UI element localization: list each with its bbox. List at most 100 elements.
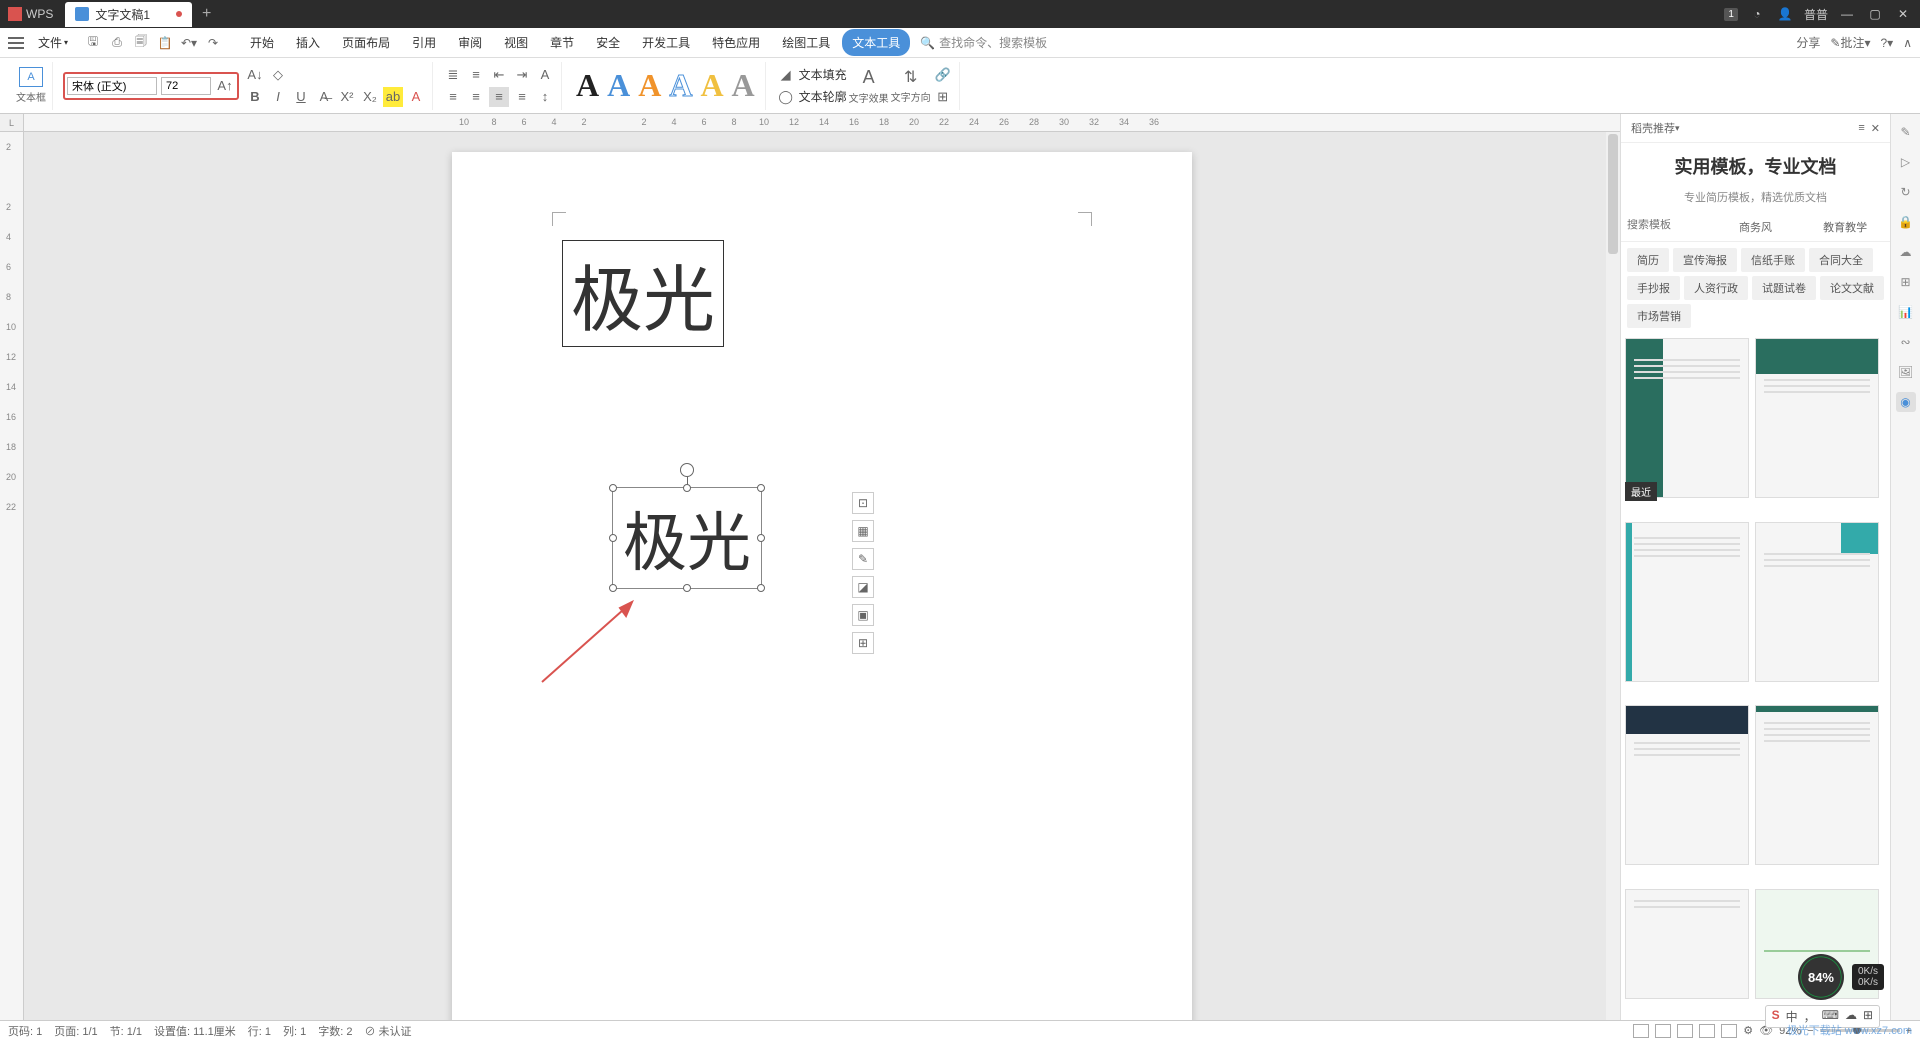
template-thumbnail[interactable]: [1755, 705, 1879, 865]
cat-resume[interactable]: 简历: [1627, 248, 1669, 272]
superscript-button[interactable]: X²: [337, 87, 357, 107]
status-position[interactable]: 设置值: 11.1厘米: [154, 1023, 236, 1039]
sidetool-edit-icon[interactable]: ✎: [1896, 122, 1916, 142]
template-thumbnail[interactable]: [1755, 522, 1879, 682]
tab-devtools[interactable]: 开发工具: [632, 29, 700, 56]
resize-handle-icon[interactable]: [609, 484, 617, 492]
maximize-button[interactable]: ▢: [1866, 5, 1884, 23]
sidetool-chart-icon[interactable]: 📊: [1896, 302, 1916, 322]
wrap-tool-icon[interactable]: ▣: [852, 604, 874, 626]
wordart-style-6[interactable]: A: [732, 67, 755, 104]
outline-tool-icon[interactable]: ✎: [852, 548, 874, 570]
align-center-icon[interactable]: ≡: [466, 87, 486, 107]
tab-special[interactable]: 特色应用: [702, 29, 770, 56]
document-canvas[interactable]: 极光 极光 ⊡ ▦: [24, 132, 1620, 1020]
template-thumbnail[interactable]: [1625, 338, 1749, 498]
layout-options-icon[interactable]: ⊡: [852, 492, 874, 514]
resize-handle-icon[interactable]: [757, 534, 765, 542]
panel-tab-education[interactable]: 教育教学: [1800, 213, 1890, 241]
cat-thesis[interactable]: 论文文献: [1820, 276, 1884, 300]
tab-drawing[interactable]: 绘图工具: [772, 29, 840, 56]
menu-icon[interactable]: [8, 37, 24, 49]
tab-security[interactable]: 安全: [586, 29, 630, 56]
cat-contract[interactable]: 合同大全: [1809, 248, 1873, 272]
cpu-gauge[interactable]: 84%: [1798, 954, 1844, 1000]
settings-icon[interactable]: ⚙: [1743, 1024, 1753, 1037]
help-icon[interactable]: ?▾: [1881, 36, 1894, 50]
text-direction-button[interactable]: ⇅文字方向: [891, 67, 931, 104]
template-thumbnail[interactable]: [1625, 705, 1749, 865]
vertical-scrollbar[interactable]: [1606, 132, 1620, 1020]
template-thumbnail[interactable]: [1625, 522, 1749, 682]
sidetool-lock-icon[interactable]: 🔒: [1896, 212, 1916, 232]
sidetool-grid-icon[interactable]: ⊞: [1896, 272, 1916, 292]
text-outline-icon[interactable]: ◯: [776, 87, 796, 107]
status-words[interactable]: 字数: 2: [318, 1023, 352, 1039]
print-preview-icon[interactable]: 🗐: [132, 34, 150, 52]
highlight-color-button[interactable]: ab: [383, 87, 403, 107]
tab-view[interactable]: 视图: [494, 29, 538, 56]
textbox-2-selected[interactable]: 极光: [612, 487, 762, 589]
collapse-ribbon-icon[interactable]: ∧: [1903, 36, 1912, 50]
file-menu[interactable]: 文件▾: [30, 30, 76, 55]
wordart-style-2[interactable]: A: [607, 67, 630, 104]
align-right-icon[interactable]: ≡: [489, 87, 509, 107]
cat-hr[interactable]: 人资行政: [1684, 276, 1748, 300]
new-tab-button[interactable]: +: [192, 5, 221, 23]
scroll-thumb[interactable]: [1608, 134, 1618, 254]
cat-report[interactable]: 手抄报: [1627, 276, 1680, 300]
text-effects-button[interactable]: A文字效果: [849, 67, 889, 105]
user-avatar-icon[interactable]: 👤: [1776, 5, 1794, 23]
bold-button[interactable]: B: [245, 87, 265, 107]
text-fill-label[interactable]: 文本填充: [799, 66, 847, 83]
paste-icon[interactable]: 📋: [156, 34, 174, 52]
comment-button[interactable]: ✎批注▾: [1830, 34, 1870, 51]
sidetool-refresh-icon[interactable]: ↻: [1896, 182, 1916, 202]
wordart-style-3[interactable]: A: [638, 67, 661, 104]
template-thumbnail[interactable]: [1625, 889, 1749, 999]
resize-handle-icon[interactable]: [609, 584, 617, 592]
resize-handle-icon[interactable]: [683, 584, 691, 592]
resize-handle-icon[interactable]: [757, 484, 765, 492]
status-auth[interactable]: ⊘ 未认证: [364, 1023, 411, 1039]
template-search-input[interactable]: [1621, 213, 1711, 241]
indent-dec-icon[interactable]: ⇤: [489, 65, 509, 85]
vertical-ruler[interactable]: 2246810121416182022: [0, 132, 24, 1020]
clear-icon[interactable]: A: [535, 65, 555, 85]
save-icon[interactable]: 🖫: [84, 34, 102, 52]
wordart-style-4[interactable]: A: [669, 67, 692, 104]
align-justify-icon[interactable]: ≡: [512, 87, 532, 107]
indent-inc-icon[interactable]: ⇥: [512, 65, 532, 85]
print-icon[interactable]: ⎙: [108, 34, 126, 52]
share-button[interactable]: 分享: [1796, 34, 1820, 51]
cat-poster[interactable]: 宣传海报: [1673, 248, 1737, 272]
command-search[interactable]: 🔍 查找命令、搜索模板: [920, 34, 1047, 51]
text-outline-label[interactable]: 文本轮廓: [799, 88, 847, 105]
more-shape-tool-icon[interactable]: ⊞: [852, 632, 874, 654]
font-color-button[interactable]: A: [406, 87, 426, 107]
sidetool-link-icon[interactable]: ∾: [1896, 332, 1916, 352]
shadow-tool-icon[interactable]: ◪: [852, 576, 874, 598]
cat-letter[interactable]: 信纸手账: [1741, 248, 1805, 272]
fullscreen-icon[interactable]: [1633, 1024, 1649, 1038]
panel-tab-business[interactable]: 商务风: [1711, 213, 1801, 241]
redo-icon[interactable]: ↷: [204, 34, 222, 52]
undo-icon[interactable]: ↶▾: [180, 34, 198, 52]
align-left-icon[interactable]: ≡: [443, 87, 463, 107]
clear-format-icon[interactable]: ◇: [268, 65, 288, 85]
shrink-font-icon[interactable]: A↓: [245, 65, 265, 85]
underline-button[interactable]: U: [291, 87, 311, 107]
resize-handle-icon[interactable]: [757, 584, 765, 592]
view-read-icon[interactable]: [1721, 1024, 1737, 1038]
tab-text-tools[interactable]: 文本工具: [842, 29, 910, 56]
tab-layout[interactable]: 页面布局: [332, 29, 400, 56]
tab-section[interactable]: 章节: [540, 29, 584, 56]
close-button[interactable]: ✕: [1894, 5, 1912, 23]
panel-settings-icon[interactable]: ≡: [1858, 122, 1864, 135]
strike-button[interactable]: A̶: [314, 87, 334, 107]
wordart-style-5[interactable]: A: [700, 67, 723, 104]
link-icon[interactable]: 🔗: [933, 65, 953, 85]
wordart-style-1[interactable]: A: [576, 67, 599, 104]
numbering-icon[interactable]: ≡: [466, 65, 486, 85]
textbox-1[interactable]: 极光: [562, 240, 724, 347]
